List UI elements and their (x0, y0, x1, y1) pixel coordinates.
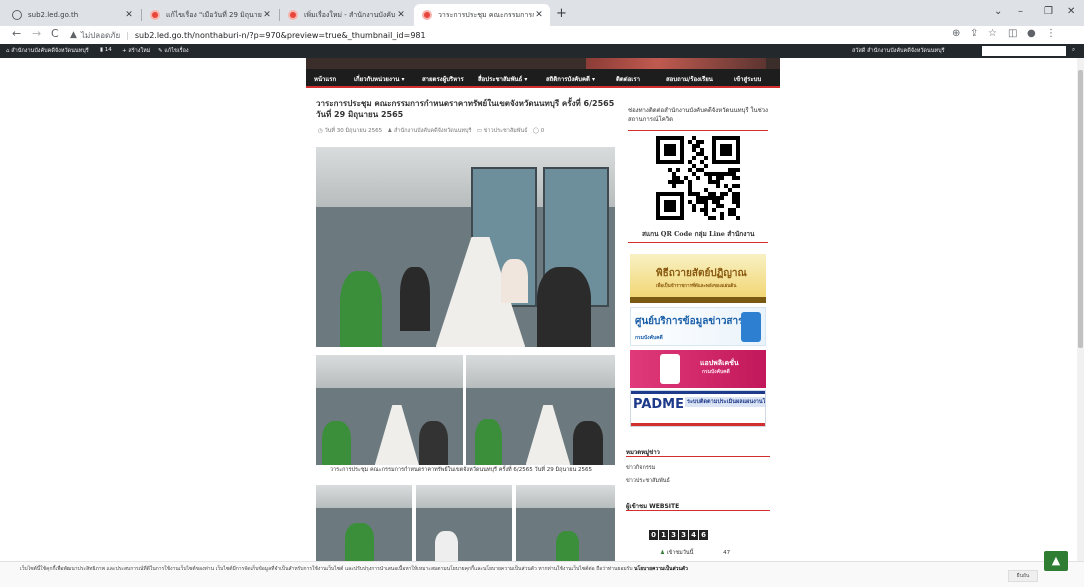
share-icon[interactable]: ⇪ (970, 28, 978, 39)
menu-item-executive[interactable]: สายตรงผู้บริหาร (422, 74, 464, 84)
line-contact-heading: ช่องทางติดต่อสำนักงานบังคับคดีจังหวัดนนท… (628, 107, 768, 123)
qr-caption: สแกน QR Code กลุ่ม Line สำนักงาน (642, 230, 755, 238)
menu-item-login[interactable]: เข้าสู่ระบบ (734, 74, 761, 84)
post-comments[interactable]: 0 (541, 128, 545, 134)
post-category[interactable]: ข่าวประชาสัมพันธ์ (484, 128, 528, 134)
meeting-photo[interactable] (516, 485, 615, 561)
adminbar-new[interactable]: + สร้างใหม่ (122, 47, 150, 55)
divider (626, 510, 770, 511)
category-link[interactable]: ข่าวประชาสัมพันธ์ (626, 477, 670, 485)
ad-info-center[interactable]: ศูนย์บริการข้อมูลข่าวสาร กรมบังคับคดี (630, 307, 766, 346)
line-qr-code (656, 136, 740, 220)
browser-tab[interactable]: sub2.led.go.th ✕ (4, 4, 140, 26)
scrollbar-thumb[interactable] (1078, 70, 1083, 348)
user-icon: ♟ (387, 128, 393, 134)
tab-search-icon[interactable]: ⌄ (994, 6, 1002, 17)
close-icon[interactable]: ✕ (262, 10, 272, 20)
clock-icon: ◷ (318, 128, 323, 134)
visitor-counter: 0 1 3 3 4 6 (649, 530, 708, 540)
page-container: หน้าแรก เกี่ยวกับหน่วยงาน ▾ สายตรงผู้บริ… (306, 58, 780, 561)
new-tab-button[interactable]: + (556, 6, 567, 21)
address-bar: ← → C ▲ ไม่ปลอดภัย | sub2.led.go.th/nont… (0, 26, 1084, 44)
meeting-photo-main[interactable] (316, 147, 615, 347)
menu-item-contact[interactable]: ติดต่อเรา (616, 74, 640, 84)
zoom-icon[interactable]: ⊕ (952, 28, 960, 39)
visits-today: ♟ เข้าชมวันนี้ 47 (660, 550, 731, 556)
comment-icon: ◯ (532, 128, 539, 134)
meeting-photo[interactable] (416, 485, 512, 561)
browser-tab-active[interactable]: วาระการประชุม คณะกรรมการกำหนดร… ✕ (414, 4, 550, 26)
user-icon: ♟ (660, 550, 665, 556)
adminbar-account[interactable]: สวัสดี สำนักงานบังคับคดีจังหวัดนนทบุรี (852, 47, 945, 55)
site-logo-icon (288, 10, 298, 20)
wp-admin-bar: ⌂ สำนักงานบังคับคดีจังหวัดนนทบุรี ▮ 14 +… (0, 44, 1084, 58)
ad-padme[interactable]: PADME ระบบติดตามประเมินผลแผนงานโครงการ (630, 390, 766, 427)
divider (628, 242, 768, 243)
adminbar-site-link[interactable]: ⌂ สำนักงานบังคับคดีจังหวัดนนทบุรี (6, 47, 89, 55)
main-menu: หน้าแรก เกี่ยวกับหน่วยงาน ▾ สายตรงผู้บริ… (306, 69, 780, 88)
tab-title: sub2.led.go.th (28, 11, 79, 19)
menu-kebab-icon[interactable]: ⋮ (1046, 28, 1056, 39)
url-field[interactable]: ▲ ไม่ปลอดภัย | sub2.led.go.th/nonthaburi… (70, 27, 950, 43)
tab-title: เพิ่มเรื่องใหม่ - สำนักงานบังคับคดีจังหว… (304, 10, 396, 19)
post-meta: ◷ วันที่ 30 มิถุนายน 2565 ♟ สำนักงานบังค… (318, 127, 544, 135)
close-icon[interactable]: ✕ (124, 10, 134, 20)
adminbar-comments[interactable]: ▮ 14 (100, 47, 112, 53)
browser-tab[interactable]: แก้ไขเรื่อง "เมือวันที่ 29 มิถุนายน 25…"… (142, 4, 278, 26)
bookmark-star-icon[interactable]: ☆ (988, 28, 997, 39)
site-banner (306, 58, 780, 69)
warning-icon: ▲ (70, 30, 77, 40)
side-panel-icon[interactable]: ◫ (1008, 28, 1017, 39)
forward-button[interactable]: → (32, 27, 41, 40)
meeting-photo[interactable] (316, 355, 463, 465)
arrow-up-icon: ▲ (1051, 554, 1061, 567)
globe-icon (12, 10, 22, 20)
window-close-button[interactable]: ✕ (1067, 6, 1075, 17)
cookie-text: เว็บไซต์นี้ใช้คุกกี้เพื่อพัฒนาประสิทธิภา… (20, 566, 688, 572)
profile-icon[interactable]: ● (1027, 28, 1036, 39)
cookie-accept-button[interactable]: ยืนยัน (1008, 570, 1038, 582)
close-icon[interactable]: ✕ (396, 10, 406, 20)
browser-tab[interactable]: เพิ่มเรื่องใหม่ - สำนักงานบังคับคดีจังหว… (280, 4, 412, 26)
menu-item-statistics[interactable]: สถิติการบังคับคดี ▾ (546, 74, 595, 84)
back-to-top-button[interactable]: ▲ (1044, 551, 1068, 571)
post-author[interactable]: สำนักงานบังคับคดีจังหวัดนนทบุรี (394, 128, 471, 134)
category-link[interactable]: ข่าวกิจกรรม (626, 464, 655, 472)
adminbar-edit[interactable]: ✎ แก้ไขเรื่อง (158, 47, 189, 55)
divider (628, 130, 768, 131)
site-logo-icon (422, 10, 432, 20)
meeting-photo[interactable] (316, 485, 412, 561)
adminbar-search-input[interactable] (982, 46, 1066, 56)
post-date: วันที่ 30 มิถุนายน 2565 (324, 128, 383, 134)
tab-title: แก้ไขเรื่อง "เมือวันที่ 29 มิถุนายน 25…" (166, 10, 262, 19)
menu-item-home[interactable]: หน้าแรก (314, 74, 336, 84)
maximize-button[interactable]: ❐ (1044, 6, 1053, 17)
minimize-button[interactable]: – (1018, 6, 1023, 17)
menu-item-complaint[interactable]: สอบถาม/ร้องเรียน (666, 74, 713, 84)
menu-item-media[interactable]: สื่อประชาสัมพันธ์ ▾ (478, 74, 527, 84)
menu-item-about[interactable]: เกี่ยวกับหน่วยงาน ▾ (354, 74, 404, 84)
divider (626, 456, 770, 457)
close-icon[interactable]: ✕ (534, 10, 544, 20)
reload-button[interactable]: C (51, 27, 59, 40)
post-title: วาระการประชุม คณะกรรมการกำหนดราคาทรัพย์ใ… (316, 99, 615, 119)
search-icon[interactable]: ⌕ (1072, 47, 1075, 54)
ad-mobile-app[interactable]: แอปพลิเคชั่น กรมบังคับคดี (630, 350, 766, 388)
back-button[interactable]: ← (12, 27, 21, 40)
ad-oath-banner[interactable]: พิธีถวายสัตย์ปฏิญาณ เพื่อเป็นข้าราชการที… (630, 254, 766, 303)
browser-tab-strip: sub2.led.go.th ✕ แก้ไขเรื่อง "เมือวันที่… (0, 0, 1084, 26)
cookie-consent-bar: เว็บไซต์นี้ใช้คุกกี้เพื่อพัฒนาประสิทธิภา… (0, 561, 1084, 587)
security-label: ไม่ปลอดภัย (80, 30, 121, 40)
photo-caption: วาระการประชุม คณะกรรมการกำหนดราคาทรัพย์ใ… (330, 467, 593, 473)
folder-icon: ▭ (476, 128, 482, 134)
privacy-policy-link[interactable]: นโยบายความเป็นส่วนตัว (634, 566, 688, 572)
tab-title: วาระการประชุม คณะกรรมการกำหนดร… (438, 10, 534, 19)
site-logo-icon (150, 10, 160, 20)
meeting-photo[interactable] (466, 355, 615, 465)
url-text: sub2.led.go.th/nonthaburi-n/?p=970&previ… (134, 30, 426, 40)
